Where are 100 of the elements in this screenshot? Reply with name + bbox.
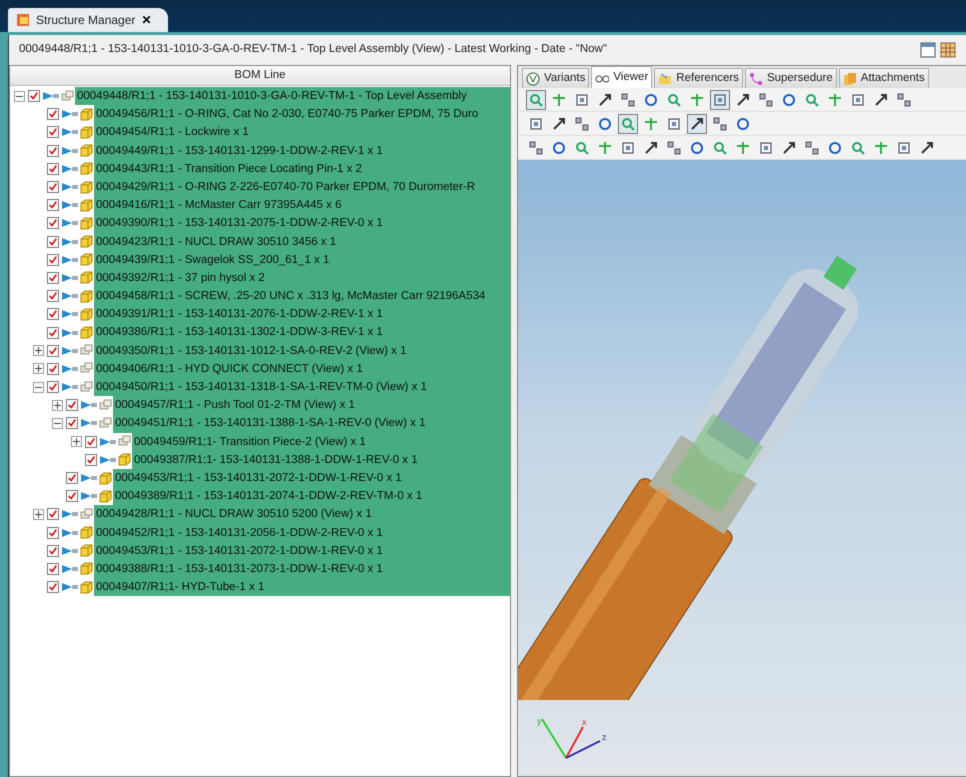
part-icon bbox=[79, 106, 94, 122]
magnifier-icon bbox=[574, 140, 590, 156]
window-icon[interactable] bbox=[920, 42, 936, 58]
checkbox[interactable] bbox=[47, 362, 59, 375]
checkbox[interactable] bbox=[47, 108, 59, 120]
checkbox[interactable] bbox=[47, 126, 59, 138]
part-icon bbox=[79, 525, 94, 540]
close-button[interactable]: ✕ bbox=[141, 11, 152, 29]
expand-toggle-icon[interactable] bbox=[33, 363, 44, 374]
magnifier-icon bbox=[620, 116, 636, 132]
checkbox[interactable] bbox=[47, 290, 59, 302]
ring-icon bbox=[781, 92, 797, 108]
cross-icon bbox=[735, 140, 751, 156]
frame-icon bbox=[712, 92, 728, 108]
link-icon bbox=[748, 72, 763, 86]
magnifier-icon bbox=[804, 92, 820, 108]
tab[interactable]: Attachments bbox=[838, 68, 929, 88]
cross-icon bbox=[551, 92, 567, 108]
part-icon bbox=[79, 234, 94, 250]
frame-icon bbox=[758, 140, 774, 156]
checkbox[interactable] bbox=[47, 272, 59, 284]
checkbox[interactable] bbox=[66, 399, 78, 412]
cross-icon bbox=[643, 116, 659, 132]
checkbox[interactable] bbox=[66, 472, 78, 484]
blocks-icon bbox=[620, 92, 636, 108]
column-header[interactable]: BOM Line bbox=[10, 66, 510, 86]
checkbox[interactable] bbox=[47, 326, 59, 339]
checkbox[interactable] bbox=[66, 417, 78, 430]
folder-icon bbox=[658, 72, 672, 86]
checkbox[interactable] bbox=[47, 254, 59, 266]
part-icon bbox=[98, 470, 113, 486]
arrow-icon bbox=[735, 92, 751, 108]
checkbox[interactable] bbox=[85, 436, 97, 448]
toolbar-button[interactable] bbox=[710, 90, 730, 110]
part-icon bbox=[79, 325, 94, 340]
checkbox[interactable] bbox=[47, 508, 59, 520]
tab[interactable]: Referencers bbox=[654, 68, 743, 88]
checkbox[interactable] bbox=[47, 308, 59, 320]
axis-triad: y x z bbox=[536, 716, 616, 766]
part-icon bbox=[79, 216, 94, 231]
tab[interactable]: Supersedure bbox=[744, 68, 837, 88]
blocks-icon bbox=[896, 92, 912, 108]
magnifier-icon bbox=[712, 140, 728, 156]
toolbar-button[interactable] bbox=[687, 114, 707, 134]
expand-toggle-icon[interactable] bbox=[52, 400, 63, 411]
frame-icon bbox=[850, 92, 866, 108]
part-icon bbox=[79, 124, 94, 140]
blocks-icon bbox=[712, 116, 728, 132]
frame-icon bbox=[528, 116, 544, 132]
part-icon bbox=[79, 561, 94, 576]
magnifier-icon bbox=[528, 92, 544, 108]
checkbox[interactable] bbox=[66, 490, 78, 502]
checkbox[interactable] bbox=[47, 236, 59, 248]
checkbox[interactable] bbox=[47, 581, 59, 594]
checkbox[interactable] bbox=[47, 562, 59, 575]
cross-icon bbox=[597, 140, 613, 156]
checkbox[interactable] bbox=[85, 454, 97, 466]
checkbox[interactable] bbox=[47, 344, 59, 357]
expand-toggle-icon[interactable] bbox=[33, 345, 44, 356]
tab[interactable]: Variants bbox=[522, 68, 590, 88]
arrow-icon bbox=[919, 140, 935, 156]
collapse-toggle-icon[interactable] bbox=[14, 90, 25, 102]
part-icon bbox=[98, 488, 113, 504]
context-line: 00049448/R1;1 - 153-140131-1010-3-GA-0-REV-TM-1 - Top Level Assembly (View) - Latest Working - Date - "Now" bbox=[19, 42, 607, 58]
cross-icon bbox=[689, 92, 705, 108]
blocks-icon bbox=[758, 92, 774, 108]
collapse-toggle-icon[interactable] bbox=[52, 418, 63, 429]
tab-title: Structure Manager bbox=[36, 12, 136, 29]
magnifier-icon bbox=[666, 92, 682, 108]
checkbox[interactable] bbox=[47, 199, 59, 212]
arrow-icon bbox=[551, 116, 567, 132]
checkbox[interactable] bbox=[47, 181, 59, 194]
cross-icon bbox=[873, 140, 889, 156]
cross-icon bbox=[827, 92, 843, 108]
checkbox[interactable] bbox=[47, 144, 59, 157]
part-icon bbox=[79, 543, 94, 558]
frame-icon bbox=[896, 140, 912, 156]
checkbox[interactable] bbox=[47, 162, 59, 175]
blocks-icon bbox=[574, 116, 590, 132]
part-icon bbox=[79, 198, 94, 213]
expand-toggle-icon[interactable] bbox=[71, 436, 82, 448]
magnifier-icon bbox=[850, 140, 866, 156]
part-icon bbox=[79, 161, 94, 176]
checkbox[interactable] bbox=[28, 90, 40, 102]
tab[interactable]: Viewer bbox=[591, 66, 652, 88]
grid-icon[interactable] bbox=[940, 42, 956, 58]
checkbox[interactable] bbox=[47, 381, 59, 394]
part-icon bbox=[79, 143, 94, 158]
checkbox[interactable] bbox=[47, 526, 59, 539]
ring-icon bbox=[689, 140, 705, 156]
checkbox[interactable] bbox=[47, 544, 59, 557]
part-icon bbox=[79, 580, 94, 595]
frame-icon bbox=[620, 140, 636, 156]
app-tab[interactable]: Structure Manager ✕ bbox=[8, 8, 168, 32]
collapse-toggle-icon[interactable] bbox=[33, 382, 44, 393]
3d-viewport[interactable]: y x z bbox=[518, 160, 966, 776]
expand-toggle-icon[interactable] bbox=[33, 508, 44, 520]
checkbox[interactable] bbox=[47, 217, 59, 230]
blocks-icon bbox=[666, 140, 682, 156]
blocks-icon bbox=[528, 140, 544, 156]
